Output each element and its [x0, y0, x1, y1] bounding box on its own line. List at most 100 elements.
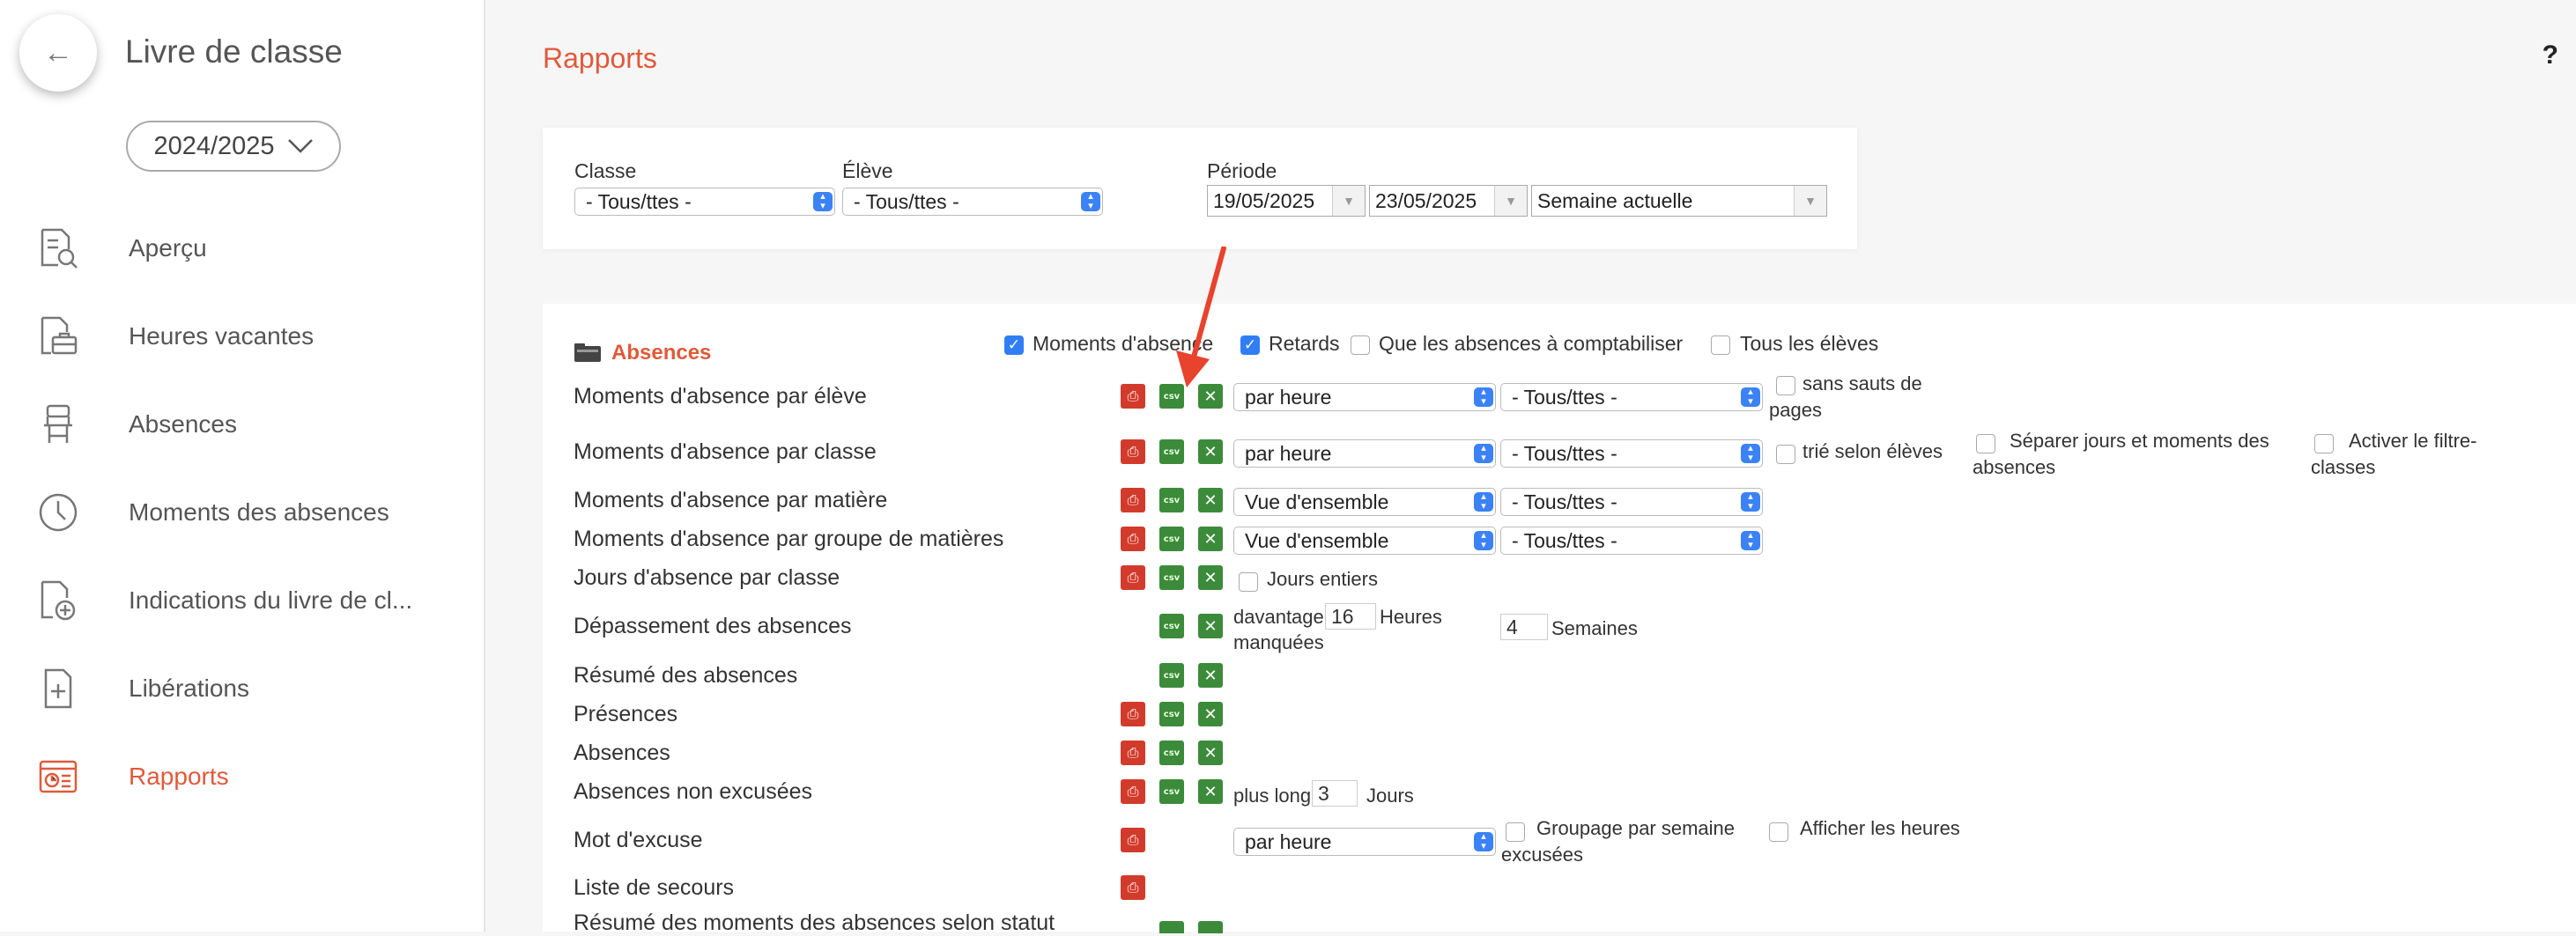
date-to-field[interactable]: 23/05/2025 ▼ — [1369, 185, 1528, 217]
pdf-icon[interactable]: ⎙ — [1121, 779, 1145, 804]
sidebar-item-indications[interactable]: Indications du livre de cl... — [35, 574, 458, 627]
sidebar-item-liberations[interactable]: Libérations — [35, 662, 458, 715]
sidebar-item-apercu[interactable]: Aperçu — [35, 222, 458, 275]
sidebar: ← Livre de classe 2024/2025 Aperçu Heure… — [0, 0, 485, 932]
tous-eleves-label: Tous les élèves — [1740, 332, 1879, 355]
retards-checkbox[interactable]: ✓ — [1240, 335, 1260, 355]
manquees-label: manquées — [1233, 631, 1324, 653]
chevron-updown-icon: ▴ ▾ — [1741, 387, 1760, 407]
semaines-input[interactable]: 4 — [1500, 614, 1548, 640]
report-icon — [35, 754, 81, 800]
chevron-updown-icon: ▴ ▾ — [1741, 531, 1760, 550]
type-select-classe[interactable]: par heure ▴ ▾ — [1233, 439, 1496, 468]
select-value: - Tous/ttes - — [1512, 490, 1617, 513]
eleve-select[interactable]: - Tous/ttes - ▴ ▾ — [842, 188, 1103, 216]
jours-input[interactable]: 3 — [1312, 780, 1358, 807]
afficher-heures-checkbox[interactable] — [1769, 822, 1788, 842]
pdf-icon[interactable]: ⎙ — [1121, 527, 1145, 551]
sidebar-item-heures-vacantes[interactable]: Heures vacantes — [35, 310, 458, 363]
sidebar-item-absences[interactable]: Absences — [35, 398, 458, 451]
select-value: - Tous/ttes - — [1512, 386, 1617, 409]
filter-select-matiere[interactable]: - Tous/ttes - ▴ ▾ — [1500, 488, 1763, 516]
csv-icon[interactable]: csv — [1159, 741, 1184, 765]
pdf-icon[interactable]: ⎙ — [1121, 875, 1145, 900]
row-label: Moments d'absence par matière — [574, 488, 888, 512]
sidebar-item-label: Aperçu — [129, 234, 207, 262]
excel-icon[interactable]: ✕ — [1198, 663, 1223, 688]
row-label: Mot d'excuse — [574, 828, 703, 852]
section-title-absences: Absences — [611, 341, 712, 365]
folder-icon — [574, 343, 601, 362]
groupage-label-2: excusées — [1501, 844, 1583, 866]
year-label: 2024/2025 — [153, 131, 275, 160]
tous-eleves-checkbox[interactable] — [1711, 335, 1730, 355]
eleve-value: - Tous/ttes - — [854, 190, 959, 213]
csv-icon[interactable]: csv — [1159, 702, 1184, 726]
separer-checkbox[interactable] — [1976, 434, 1995, 453]
dropdown-arrow-icon: ▼ — [1794, 186, 1826, 216]
afficher-heures-label: Afficher les heures — [1800, 817, 1960, 839]
sidebar-item-rapports[interactable]: Rapports — [35, 750, 458, 803]
pdf-icon[interactable]: ⎙ — [1121, 741, 1145, 765]
classe-value: - Tous/ttes - — [586, 190, 692, 213]
trie-eleves-checkbox[interactable] — [1776, 445, 1795, 464]
type-select-matiere[interactable]: Vue d'ensemble ▴ ▾ — [1233, 488, 1496, 516]
jours-entiers-checkbox[interactable] — [1239, 572, 1258, 592]
chair-icon — [35, 402, 81, 447]
excel-icon[interactable]: ✕ — [1198, 702, 1223, 726]
row-label: Absences non excusées — [574, 779, 813, 804]
type-select-mot-excuse[interactable]: par heure ▴ ▾ — [1233, 828, 1496, 856]
type-select-groupe[interactable]: Vue d'ensemble ▴ ▾ — [1233, 527, 1496, 555]
comptabiliser-label: Que les absences à comptabiliser — [1379, 332, 1684, 355]
pdf-icon[interactable]: ⎙ — [1121, 702, 1145, 726]
date-from-field[interactable]: 19/05/2025 ▼ — [1207, 185, 1366, 217]
app-title: Livre de classe — [125, 33, 343, 70]
csv-icon[interactable]: csv — [1159, 527, 1184, 551]
sidebar-item-moments-absences[interactable]: Moments des absences — [35, 486, 458, 539]
pdf-icon[interactable]: ⎙ — [1121, 828, 1145, 852]
activer-filtre-checkbox[interactable] — [2314, 434, 2334, 453]
classe-select[interactable]: - Tous/ttes - ▴ ▾ — [574, 188, 835, 216]
csv-icon[interactable]: csv — [1159, 663, 1184, 688]
pdf-icon[interactable]: ⎙ — [1121, 565, 1145, 590]
excel-icon[interactable]: ✕ — [1198, 488, 1223, 512]
eleve-label: Élève — [842, 159, 893, 182]
csv-icon[interactable]: csv — [1159, 565, 1184, 590]
heures-label: Heures — [1380, 606, 1442, 628]
csv-icon[interactable]: csv — [1159, 439, 1184, 464]
excel-icon[interactable]: ✕ — [1198, 527, 1223, 551]
csv-icon[interactable]: csv — [1159, 779, 1184, 804]
page-title: Rapports — [543, 42, 657, 74]
type-select-eleve[interactable]: par heure ▴ ▾ — [1233, 383, 1496, 411]
filter-select-eleve[interactable]: - Tous/ttes - ▴ ▾ — [1500, 383, 1763, 411]
periode-select[interactable]: Semaine actuelle ▼ — [1531, 185, 1827, 217]
pdf-icon[interactable]: ⎙ — [1121, 439, 1145, 464]
excel-icon[interactable]: ✕ — [1198, 741, 1223, 765]
excel-icon[interactable]: ✕ — [1198, 614, 1223, 638]
row-label: Moments d'absence par classe — [574, 439, 877, 464]
year-selector[interactable]: 2024/2025 — [126, 121, 341, 172]
row-label: Absences — [574, 741, 670, 765]
pdf-icon[interactable]: ⎙ — [1121, 384, 1145, 409]
comptabiliser-checkbox[interactable] — [1351, 335, 1370, 355]
select-value: par heure — [1245, 386, 1332, 409]
help-button[interactable]: ? — [2543, 41, 2558, 70]
sidebar-item-label: Absences — [129, 410, 237, 438]
csv-icon[interactable]: csv — [1159, 488, 1184, 512]
heures-input[interactable]: 16 — [1325, 603, 1376, 630]
document-add-icon — [35, 578, 81, 623]
csv-icon[interactable]: csv — [1159, 614, 1184, 638]
pdf-icon[interactable]: ⎙ — [1121, 488, 1145, 512]
periode-value: Semaine actuelle — [1537, 189, 1693, 212]
document-search-icon — [35, 225, 81, 271]
excel-icon[interactable]: ✕ — [1198, 779, 1223, 804]
sans-sauts-checkbox[interactable] — [1776, 376, 1795, 395]
filter-select-groupe[interactable]: - Tous/ttes - ▴ ▾ — [1500, 527, 1763, 555]
groupage-checkbox[interactable] — [1506, 822, 1525, 842]
select-value: - Tous/ttes - — [1512, 529, 1617, 552]
excel-icon[interactable]: ✕ — [1198, 439, 1223, 464]
excel-icon[interactable]: ✕ — [1198, 565, 1223, 590]
filter-select-classe[interactable]: - Tous/ttes - ▴ ▾ — [1500, 439, 1763, 468]
back-button[interactable]: ← — [19, 14, 97, 92]
moments-checkbox[interactable]: ✓ — [1004, 335, 1024, 355]
